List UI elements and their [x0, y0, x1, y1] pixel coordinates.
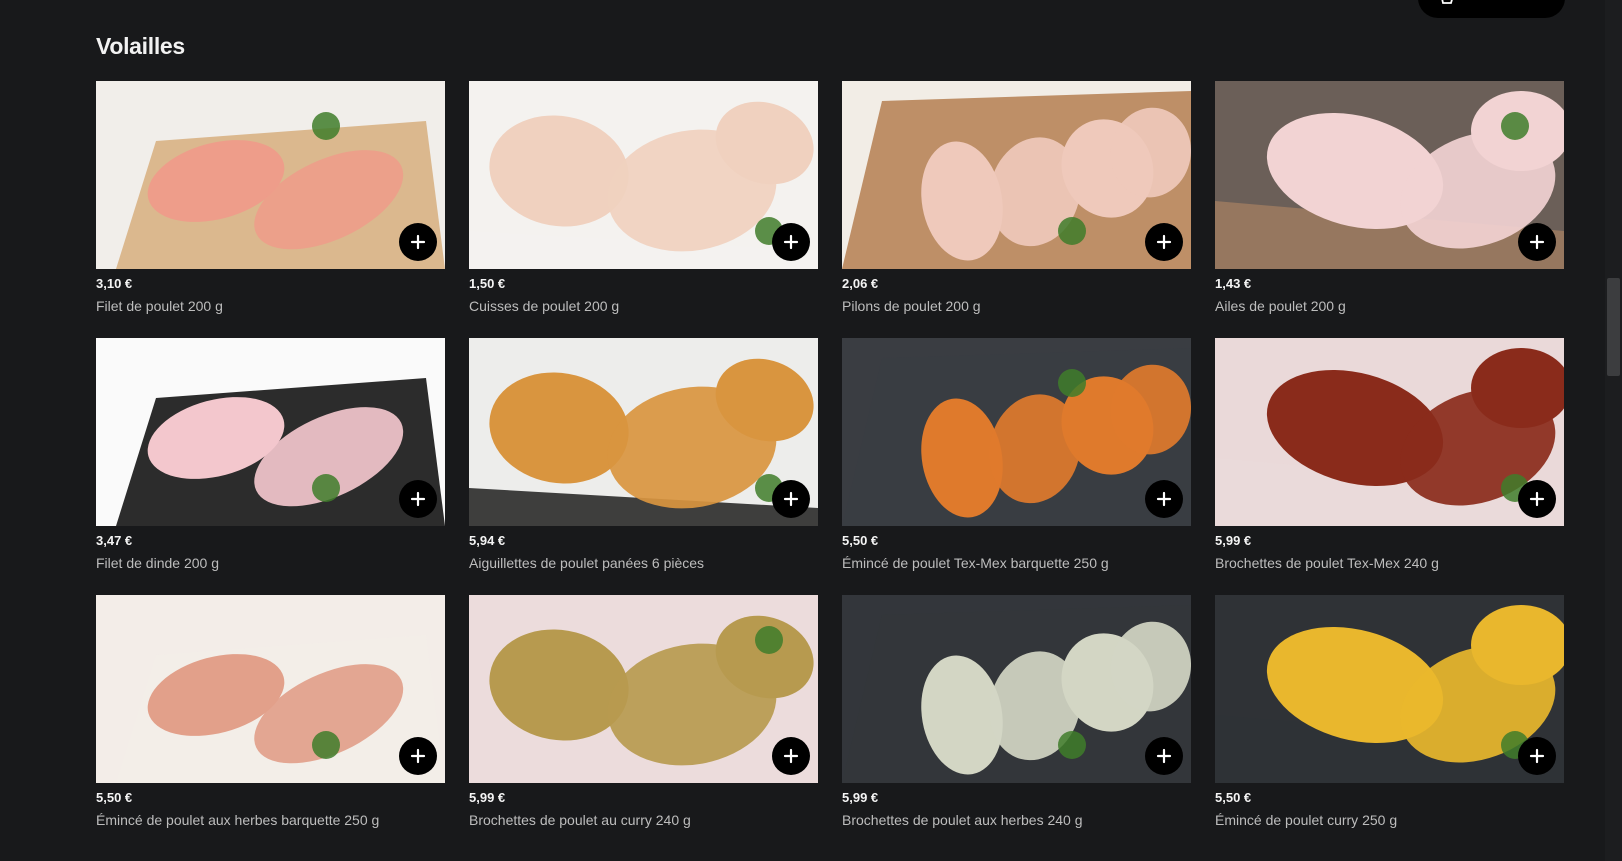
- product-card[interactable]: 5,50 € Émincé de poulet curry 250 g: [1215, 595, 1564, 852]
- product-card[interactable]: 1,50 € Cuisses de poulet 200 g: [469, 81, 818, 338]
- herb-skewer-image: [842, 595, 1191, 783]
- product-image[interactable]: [842, 595, 1191, 783]
- product-image[interactable]: [842, 338, 1191, 526]
- product-price: 5,50 €: [1215, 790, 1252, 805]
- plus-icon: [783, 748, 799, 764]
- add-to-cart-button[interactable]: [1518, 480, 1556, 518]
- add-to-cart-button[interactable]: [399, 223, 437, 261]
- product-name[interactable]: Aiguillettes de poulet panées 6 pièces: [469, 554, 818, 572]
- product-card[interactable]: 5,94 € Aiguillettes de poulet panées 6 pi…: [469, 338, 818, 595]
- add-to-cart-button[interactable]: [399, 737, 437, 775]
- tex-mex-strips-image: [842, 338, 1191, 526]
- product-card[interactable]: 5,99 € Brochettes de poulet Tex-Mex 240 g: [1215, 338, 1564, 595]
- page: Volailles 3,10 € Filet de poulet 200 g 1,5…: [0, 0, 1622, 861]
- curry-strips-image: [1215, 595, 1564, 783]
- product-name[interactable]: Pilons de poulet 200 g: [842, 297, 1191, 315]
- product-price: 2,06 €: [842, 276, 879, 291]
- plus-icon: [1529, 748, 1545, 764]
- product-price: 5,99 €: [842, 790, 879, 805]
- product-price: 1,43 €: [1215, 276, 1252, 291]
- product-image[interactable]: [96, 595, 445, 783]
- product-price: 1,50 €: [469, 276, 506, 291]
- product-card[interactable]: 3,10 € Filet de poulet 200 g: [96, 81, 445, 338]
- tex-mex-skewer-image: [1215, 338, 1564, 526]
- add-to-cart-button[interactable]: [1145, 737, 1183, 775]
- add-to-cart-button[interactable]: [1518, 737, 1556, 775]
- chicken-thigh-image: [469, 81, 818, 269]
- product-card[interactable]: 3,47 € Filet de dinde 200 g: [96, 338, 445, 595]
- add-to-cart-button[interactable]: [772, 223, 810, 261]
- product-card[interactable]: 5,50 € Émincé de poulet aux herbes barque…: [96, 595, 445, 852]
- breaded-chicken-image: [469, 338, 818, 526]
- plus-icon: [410, 234, 426, 250]
- product-image[interactable]: [96, 81, 445, 269]
- product-image[interactable]: [1215, 338, 1564, 526]
- product-card[interactable]: 1,43 € Ailes de poulet 200 g: [1215, 81, 1564, 338]
- plus-icon: [410, 491, 426, 507]
- product-image[interactable]: [96, 338, 445, 526]
- scrollbar[interactable]: [1605, 0, 1622, 861]
- scrollbar-thumb[interactable]: [1607, 278, 1620, 376]
- add-to-cart-button[interactable]: [1518, 223, 1556, 261]
- chicken-wing-image: [1215, 81, 1564, 269]
- product-card[interactable]: 2,06 € Pilons de poulet 200 g: [842, 81, 1191, 338]
- add-to-cart-button[interactable]: [772, 737, 810, 775]
- add-to-cart-button[interactable]: [1145, 480, 1183, 518]
- product-name[interactable]: Émincé de poulet curry 250 g: [1215, 811, 1564, 829]
- product-price: 5,50 €: [96, 790, 133, 805]
- product-name[interactable]: Brochettes de poulet au curry 240 g: [469, 811, 818, 829]
- product-name[interactable]: Filet de poulet 200 g: [96, 297, 445, 315]
- product-name[interactable]: Brochettes de poulet aux herbes 240 g: [842, 811, 1191, 829]
- product-name[interactable]: Ailes de poulet 200 g: [1215, 297, 1564, 315]
- add-to-cart-button[interactable]: [772, 480, 810, 518]
- plus-icon: [1529, 491, 1545, 507]
- plus-icon: [783, 491, 799, 507]
- product-name[interactable]: Émincé de poulet aux herbes barquette 25…: [96, 811, 445, 829]
- product-name[interactable]: Filet de dinde 200 g: [96, 554, 445, 572]
- product-price: 5,99 €: [1215, 533, 1252, 548]
- turkey-fillet-image: [96, 338, 445, 526]
- product-image[interactable]: [469, 338, 818, 526]
- product-card[interactable]: 5,50 € Émincé de poulet Tex-Mex barquette…: [842, 338, 1191, 595]
- add-to-cart-button[interactable]: [399, 480, 437, 518]
- product-image[interactable]: [1215, 81, 1564, 269]
- curry-skewer-image: [469, 595, 818, 783]
- herb-strips-image: [96, 595, 445, 783]
- product-card[interactable]: 5,99 € Brochettes de poulet au curry 240 …: [469, 595, 818, 852]
- plus-icon: [1156, 748, 1172, 764]
- plus-icon: [410, 748, 426, 764]
- product-name[interactable]: Émincé de poulet Tex-Mex barquette 250 g: [842, 554, 1191, 572]
- product-name[interactable]: Cuisses de poulet 200 g: [469, 297, 818, 315]
- add-to-cart-button[interactable]: [1145, 223, 1183, 261]
- product-price: 5,94 €: [469, 533, 506, 548]
- chicken-breast-image: [96, 81, 445, 269]
- product-price: 3,47 €: [96, 533, 133, 548]
- cart-button[interactable]: [1418, 0, 1565, 18]
- section-title: Volailles: [96, 33, 185, 59]
- product-image[interactable]: [469, 595, 818, 783]
- product-grid: 3,10 € Filet de poulet 200 g 1,50 € Cuisses…: [96, 81, 1565, 852]
- plus-icon: [783, 234, 799, 250]
- plus-icon: [1156, 491, 1172, 507]
- product-image[interactable]: [1215, 595, 1564, 783]
- cart-icon: [1438, 0, 1454, 12]
- product-image[interactable]: [842, 81, 1191, 269]
- plus-icon: [1156, 234, 1172, 250]
- product-price: 3,10 €: [96, 276, 133, 291]
- product-image[interactable]: [469, 81, 818, 269]
- drumstick-image: [842, 81, 1191, 269]
- product-price: 5,50 €: [842, 533, 879, 548]
- product-name[interactable]: Brochettes de poulet Tex-Mex 240 g: [1215, 554, 1564, 572]
- product-price: 5,99 €: [469, 790, 506, 805]
- product-card[interactable]: 5,99 € Brochettes de poulet aux herbes 24…: [842, 595, 1191, 852]
- plus-icon: [1529, 234, 1545, 250]
